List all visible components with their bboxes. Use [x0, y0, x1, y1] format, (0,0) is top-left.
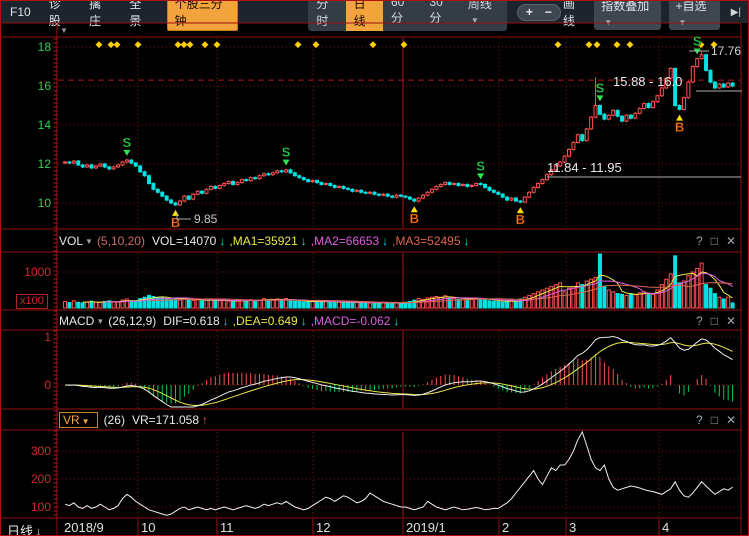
diamond-marker: ◆	[627, 39, 634, 49]
macd-indicator-title[interactable]: MACD	[59, 314, 94, 328]
buy-signal: B	[410, 211, 419, 226]
svg-text:12: 12	[38, 157, 52, 171]
diamond-marker: ◆	[187, 39, 194, 49]
diamond-marker: ◆	[135, 39, 142, 49]
macd-params: (26,12,9)	[108, 314, 156, 328]
price-annotation: 17.76	[711, 44, 741, 58]
help-icon[interactable]: ?	[696, 314, 703, 328]
svg-text:18: 18	[38, 40, 52, 54]
maximize-icon[interactable]: □	[711, 314, 718, 328]
pane-buttons: ? □ ✕	[696, 234, 736, 248]
x-axis-label: 2019/1	[406, 520, 446, 535]
chart-canvas[interactable]: 18161412101000103002001002018/9101112201…	[1, 1, 749, 536]
down-arrow-icon: ↓	[393, 314, 399, 328]
pane-buttons: ? □ ✕	[696, 413, 736, 427]
diamond-marker: ◆	[586, 39, 593, 49]
diamond-marker: ◆	[555, 39, 562, 49]
down-arrow-icon: ↓	[301, 234, 307, 248]
x-axis-label: 11	[220, 520, 234, 535]
maximize-icon[interactable]: □	[711, 234, 718, 248]
buy-signal: B	[516, 212, 525, 227]
macd-pane-header: MACD ▼ (26,12,9) DIF=0.618↓,DEA=0.649↓,M…	[59, 311, 736, 331]
macd-values: DIF=0.618↓,DEA=0.649↓,MACD=-0.062↓	[163, 314, 403, 328]
x-axis-label: 10	[141, 520, 155, 535]
chevron-down-icon: ▼	[82, 417, 90, 426]
indicator-value: ,MA2=66653	[311, 234, 379, 248]
svg-text:1000: 1000	[24, 265, 51, 279]
diamond-marker: ◆	[401, 39, 408, 49]
chevron-down-icon: ▼	[96, 317, 104, 326]
down-arrow-icon: ↓	[382, 234, 388, 248]
x-axis-label: 12	[316, 520, 330, 535]
x-axis-label: 2018/9	[64, 520, 104, 535]
svg-text:10: 10	[38, 196, 52, 210]
indicator-value: ,DEA=0.649	[233, 314, 298, 328]
svg-text:300: 300	[31, 444, 51, 458]
sell-signal: S	[282, 145, 291, 160]
indicator-value: VOL=14070	[152, 234, 216, 248]
volume-unit-label: x100	[16, 294, 48, 309]
price-annotation: 15.88 - 16.0	[613, 74, 682, 89]
sell-signal: S	[476, 158, 485, 173]
help-icon[interactable]: ?	[696, 413, 703, 427]
close-icon[interactable]: ✕	[726, 234, 736, 248]
vr-pane-header: VR▼ (26) VR=171.058↑ ? □ ✕	[59, 410, 736, 430]
svg-text:16: 16	[38, 79, 52, 93]
close-icon[interactable]: ✕	[726, 413, 736, 427]
sell-signal: S	[693, 34, 702, 49]
indicator-value: VR=171.058	[132, 413, 199, 427]
down-arrow-icon: ↓	[223, 314, 229, 328]
help-icon[interactable]: ?	[696, 234, 703, 248]
x-axis-label: 4	[662, 520, 669, 535]
price-annotation: 9.85	[194, 212, 218, 226]
down-arrow-icon: ↓	[464, 234, 470, 248]
indicator-value: ,MACD=-0.062	[311, 314, 391, 328]
maximize-icon[interactable]: □	[711, 413, 718, 427]
diamond-marker: ◆	[370, 39, 377, 49]
diamond-marker: ◆	[96, 39, 103, 49]
sell-signal: S	[596, 80, 605, 95]
vol-values: VOL=14070↓,MA1=35921↓,MA2=66653↓,MA3=524…	[152, 234, 474, 248]
svg-text:1: 1	[44, 330, 51, 344]
indicator-value: ,MA3=52495	[392, 234, 460, 248]
vr-params: (26)	[104, 413, 125, 427]
indicator-value: ,MA1=35921	[229, 234, 297, 248]
vr-values: VR=171.058↑	[132, 413, 212, 427]
diamond-marker: ◆	[614, 39, 621, 49]
diamond-marker: ◆	[114, 39, 121, 49]
svg-text:14: 14	[38, 118, 52, 132]
stock-chart-window: F10 诊股 擒庄 全景 个股三分钟 分时 日线 60分 30分 周线▼ + −…	[0, 0, 749, 536]
vol-params: (5,10,20)	[97, 234, 145, 248]
buy-signal: B	[171, 215, 180, 230]
down-arrow-icon: ↓	[301, 314, 307, 328]
diamond-marker: ◆	[313, 39, 320, 49]
diamond-marker: ◆	[594, 39, 601, 49]
close-icon[interactable]: ✕	[726, 314, 736, 328]
arrow-down-icon: ↓	[35, 524, 42, 536]
down-arrow-icon: ↓	[219, 234, 225, 248]
period-indicator[interactable]: 日线↓	[7, 521, 42, 536]
indicator-value: DIF=0.618	[163, 314, 219, 328]
diamond-marker: ◆	[214, 39, 221, 49]
svg-text:100: 100	[31, 500, 51, 514]
vr-indicator-title[interactable]: VR▼	[59, 412, 98, 428]
diamond-marker: ◆	[202, 39, 209, 49]
pane-buttons: ? □ ✕	[696, 314, 736, 328]
chevron-down-icon: ▼	[85, 237, 93, 246]
x-axis-label: 3	[569, 520, 576, 535]
svg-text:200: 200	[31, 472, 51, 486]
vol-indicator-title[interactable]: VOL	[59, 234, 83, 248]
buy-signal: B	[675, 120, 684, 135]
diamond-marker: ◆	[295, 39, 302, 49]
svg-text:0: 0	[44, 378, 51, 392]
x-axis-label: 2	[502, 520, 509, 535]
price-annotation: 11.84 - 11.95	[547, 160, 622, 175]
up-arrow-icon: ↑	[202, 413, 208, 427]
vol-pane-header: VOL ▼ (5,10,20) VOL=14070↓,MA1=35921↓,MA…	[59, 231, 736, 251]
sell-signal: S	[123, 135, 132, 150]
